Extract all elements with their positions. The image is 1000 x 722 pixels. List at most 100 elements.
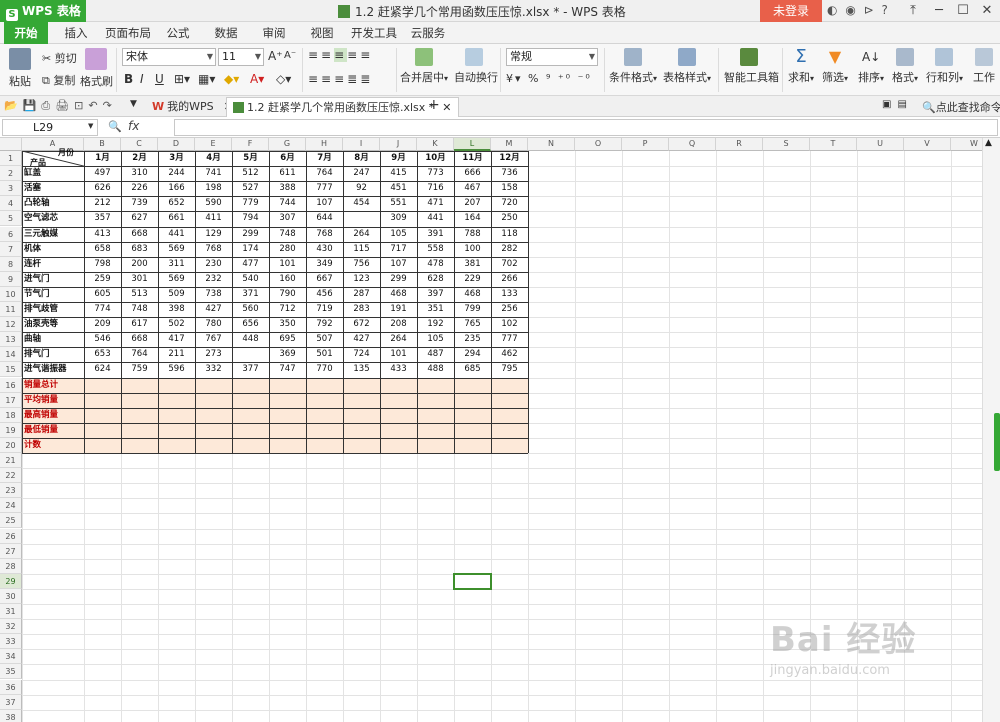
data-cell[interactable]: 357 xyxy=(84,211,121,226)
row-header-18[interactable]: 18 xyxy=(0,407,22,423)
month-header[interactable]: 2月 xyxy=(121,151,158,166)
summary-label[interactable]: 平均销量 xyxy=(22,393,84,408)
wrap-text-button[interactable]: 自动换行 xyxy=(454,48,498,85)
data-cell[interactable]: 280 xyxy=(269,242,306,257)
data-cell[interactable]: 192 xyxy=(417,317,454,332)
column-header-o[interactable]: O xyxy=(575,138,622,151)
data-cell[interactable]: 454 xyxy=(343,196,380,211)
data-cell[interactable]: 540 xyxy=(232,272,269,287)
data-cell[interactable]: 777 xyxy=(306,181,343,196)
data-cell[interactable]: 685 xyxy=(454,362,491,377)
data-cell[interactable]: 478 xyxy=(417,257,454,272)
data-cell[interactable]: 611 xyxy=(269,166,306,181)
row-header-17[interactable]: 17 xyxy=(0,392,22,408)
zoom-icon[interactable]: 🔍 xyxy=(108,120,122,133)
data-cell[interactable]: 744 xyxy=(269,196,306,211)
data-cell[interactable]: 695 xyxy=(269,332,306,347)
month-header[interactable]: 5月 xyxy=(232,151,269,166)
row-header-34[interactable]: 34 xyxy=(0,649,22,665)
data-cell[interactable] xyxy=(343,211,380,226)
row-header-31[interactable]: 31 xyxy=(0,604,22,620)
data-cell[interactable]: 332 xyxy=(195,362,232,377)
data-cell[interactable]: 551 xyxy=(380,196,417,211)
data-cell[interactable]: 487 xyxy=(417,347,454,362)
data-cell[interactable]: 477 xyxy=(232,257,269,272)
product-name[interactable]: 进气谐振器 xyxy=(22,362,84,377)
tab-view[interactable]: 视图 xyxy=(304,22,340,44)
copy-button[interactable]: ⧉ 复制 xyxy=(42,72,75,88)
data-cell[interactable]: 105 xyxy=(417,332,454,347)
data-cell[interactable]: 273 xyxy=(195,347,232,362)
data-cell[interactable]: 351 xyxy=(417,302,454,317)
data-cell[interactable]: 212 xyxy=(84,196,121,211)
product-name[interactable]: 三元触媒 xyxy=(22,227,84,242)
skin-icon[interactable]: ◐ xyxy=(827,3,839,17)
data-cell[interactable]: 448 xyxy=(232,332,269,347)
month-header[interactable]: 7月 xyxy=(306,151,343,166)
font-size-decrease-icon[interactable]: A⁻ xyxy=(284,50,296,61)
row-header-36[interactable]: 36 xyxy=(0,679,22,695)
font-color-icon[interactable]: A▾ xyxy=(250,72,264,86)
row-header-14[interactable]: 14 xyxy=(0,347,22,363)
data-cell[interactable]: 569 xyxy=(158,272,195,287)
data-cell[interactable]: 501 xyxy=(306,347,343,362)
data-cell[interactable]: 497 xyxy=(84,166,121,181)
data-cell[interactable]: 717 xyxy=(380,242,417,257)
data-cell[interactable]: 430 xyxy=(306,242,343,257)
data-cell[interactable]: 244 xyxy=(158,166,195,181)
tab-home[interactable]: 开始 xyxy=(4,22,48,44)
row-header-38[interactable]: 38 xyxy=(0,709,22,722)
data-cell[interactable]: 441 xyxy=(158,227,195,242)
data-cell[interactable]: 617 xyxy=(121,317,158,332)
data-cell[interactable]: 774 xyxy=(84,302,121,317)
data-cell[interactable]: 381 xyxy=(454,257,491,272)
data-cell[interactable]: 115 xyxy=(343,242,380,257)
data-cell[interactable]: 748 xyxy=(269,227,306,242)
data-cell[interactable]: 795 xyxy=(491,362,528,377)
row-header-12[interactable]: 12 xyxy=(0,317,22,333)
month-header[interactable]: 10月 xyxy=(417,151,454,166)
border-icon[interactable]: ⊞▾ xyxy=(174,72,190,86)
tab-my-wps[interactable]: W我的WPS✕ xyxy=(146,97,239,117)
data-cell[interactable]: 100 xyxy=(454,242,491,257)
row-header-30[interactable]: 30 xyxy=(0,588,22,604)
row-header-9[interactable]: 9 xyxy=(0,271,22,287)
data-cell[interactable]: 164 xyxy=(454,211,491,226)
column-header-e[interactable]: E xyxy=(195,138,232,151)
number-format-icons[interactable]: ¥▾ % ⁹ ⁺⁰ ⁻⁰ xyxy=(506,72,592,85)
command-search[interactable]: 🔍点此查找命令 xyxy=(922,99,1000,115)
column-header-m[interactable]: M xyxy=(491,138,528,151)
data-cell[interactable]: 158 xyxy=(491,181,528,196)
data-cell[interactable]: 661 xyxy=(158,211,195,226)
data-cell[interactable]: 299 xyxy=(232,227,269,242)
column-header-i[interactable]: I xyxy=(343,138,380,151)
summary-label[interactable]: 最高销量 xyxy=(22,408,84,423)
data-cell[interactable]: 702 xyxy=(491,257,528,272)
summary-label[interactable]: 计数 xyxy=(22,438,84,453)
data-cell[interactable]: 527 xyxy=(232,181,269,196)
data-cell[interactable]: 198 xyxy=(195,181,232,196)
data-cell[interactable]: 433 xyxy=(380,362,417,377)
product-name[interactable]: 空气滤芯 xyxy=(22,211,84,226)
data-cell[interactable]: 107 xyxy=(380,257,417,272)
column-header-q[interactable]: Q xyxy=(669,138,716,151)
data-cell[interactable]: 174 xyxy=(232,242,269,257)
scroll-up-icon[interactable]: ▲ xyxy=(985,138,992,148)
data-cell[interactable]: 247 xyxy=(343,166,380,181)
data-cell[interactable]: 369 xyxy=(269,347,306,362)
product-name[interactable]: 进气门 xyxy=(22,272,84,287)
data-cell[interactable]: 799 xyxy=(454,302,491,317)
data-cell[interactable]: 350 xyxy=(269,317,306,332)
data-cell[interactable]: 509 xyxy=(158,287,195,302)
data-cell[interactable]: 259 xyxy=(84,272,121,287)
column-header-n[interactable]: N xyxy=(528,138,575,151)
data-cell[interactable]: 398 xyxy=(158,302,195,317)
row-header-26[interactable]: 26 xyxy=(0,528,22,544)
data-cell[interactable]: 264 xyxy=(343,227,380,242)
data-cell[interactable]: 92 xyxy=(343,181,380,196)
maximize-icon[interactable]: ☐ xyxy=(952,2,974,20)
row-header-32[interactable]: 32 xyxy=(0,619,22,635)
data-cell[interactable]: 411 xyxy=(195,211,232,226)
data-cell[interactable]: 107 xyxy=(306,196,343,211)
data-cell[interactable]: 160 xyxy=(269,272,306,287)
